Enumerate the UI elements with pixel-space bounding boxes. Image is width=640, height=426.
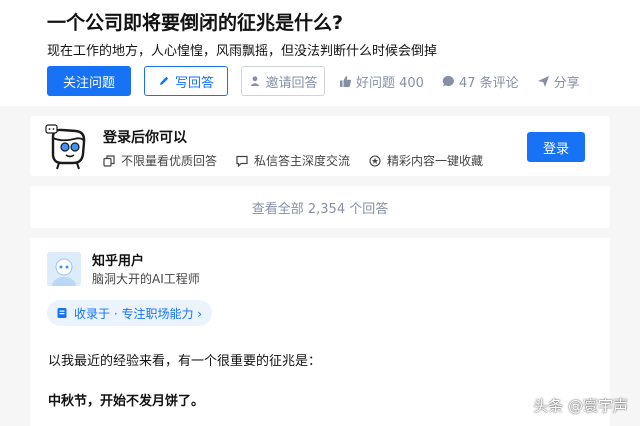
star-icon bbox=[368, 154, 381, 167]
perk-one-click-collect: 精彩内容一键收藏 bbox=[368, 152, 483, 169]
login-prompt-title: 登录后你可以 bbox=[103, 130, 187, 146]
perk-label: 精彩内容一键收藏 bbox=[387, 154, 484, 168]
login-prompt-card: 登录后你可以 不限量看优质回答 私信答主深度交流 精彩内容一键收藏 登录 bbox=[30, 116, 610, 176]
question-description: 现在工作的地方，人心惶惶，风雨飘摇，但没法判断什么时候会倒掉 bbox=[47, 44, 438, 59]
login-button[interactable]: 登录 bbox=[527, 132, 585, 162]
collection-label: 收录于 · 专注职场能力 › bbox=[74, 306, 203, 321]
thumb-up-icon bbox=[339, 75, 352, 88]
write-answer-label: 写回答 bbox=[174, 75, 214, 91]
invite-answer-button[interactable]: 邀请回答 bbox=[241, 66, 325, 96]
author-bio: 脑洞大开的AI工程师 bbox=[92, 272, 200, 286]
comment-icon bbox=[442, 75, 455, 88]
pencil-icon bbox=[158, 75, 171, 88]
good-question-label: 好问题 400 bbox=[356, 75, 424, 91]
share-label: 分享 bbox=[553, 75, 580, 91]
question-header: 一个公司即将要倒闭的征兆是什么? 现在工作的地方，人心惶惶，风雨飘摇，但没法判断… bbox=[0, 0, 640, 106]
answer-paragraph-bold: 中秋节，开始不发月饼了。 bbox=[48, 394, 205, 409]
perk-label: 私信答主深度交流 bbox=[254, 154, 351, 168]
author-name[interactable]: 知乎用户 bbox=[92, 250, 144, 269]
comments-label: 47 条评论 bbox=[458, 75, 519, 91]
login-perks: 不限量看优质回答 私信答主深度交流 精彩内容一键收藏 bbox=[102, 152, 483, 169]
invite-answer-label: 邀请回答 bbox=[265, 75, 318, 91]
share-button[interactable]: 分享 bbox=[537, 72, 580, 91]
share-icon bbox=[537, 75, 550, 88]
perk-label: 不限量看优质回答 bbox=[121, 154, 218, 168]
perk-private-message: 私信答主深度交流 bbox=[235, 152, 350, 169]
write-answer-button[interactable]: 写回答 bbox=[144, 66, 228, 96]
avatar[interactable] bbox=[47, 252, 81, 286]
answer-card: 知乎用户 脑洞大开的AI工程师 收录于 · 专注职场能力 › 以我最近的经验来看… bbox=[30, 238, 610, 426]
watermark: 头条 @寰宇声 bbox=[533, 397, 628, 415]
good-question-button[interactable]: 好问题 400 bbox=[339, 72, 424, 91]
message-icon bbox=[235, 154, 248, 167]
collection-tag[interactable]: 收录于 · 专注职场能力 › bbox=[47, 300, 213, 326]
view-all-answers-button[interactable]: 查看全部 2,354 个回答 bbox=[30, 186, 610, 228]
perk-unlimited-answers: 不限量看优质回答 bbox=[102, 152, 217, 169]
comments-button[interactable]: 47 条评论 bbox=[442, 72, 519, 91]
answer-paragraph: 以我最近的经验来看，有一个很重要的征兆是： bbox=[48, 354, 322, 369]
follow-question-button[interactable]: 关注问题 bbox=[47, 66, 131, 96]
copy-icon bbox=[102, 154, 115, 167]
mascot-icon bbox=[44, 122, 92, 170]
collection-icon bbox=[55, 307, 68, 320]
question-actions: 关注问题 写回答 邀请回答 好问题 400 47 条评论 分享 bbox=[47, 66, 580, 96]
question-title: 一个公司即将要倒闭的征兆是什么? bbox=[47, 12, 344, 34]
invite-person-icon bbox=[248, 75, 261, 88]
